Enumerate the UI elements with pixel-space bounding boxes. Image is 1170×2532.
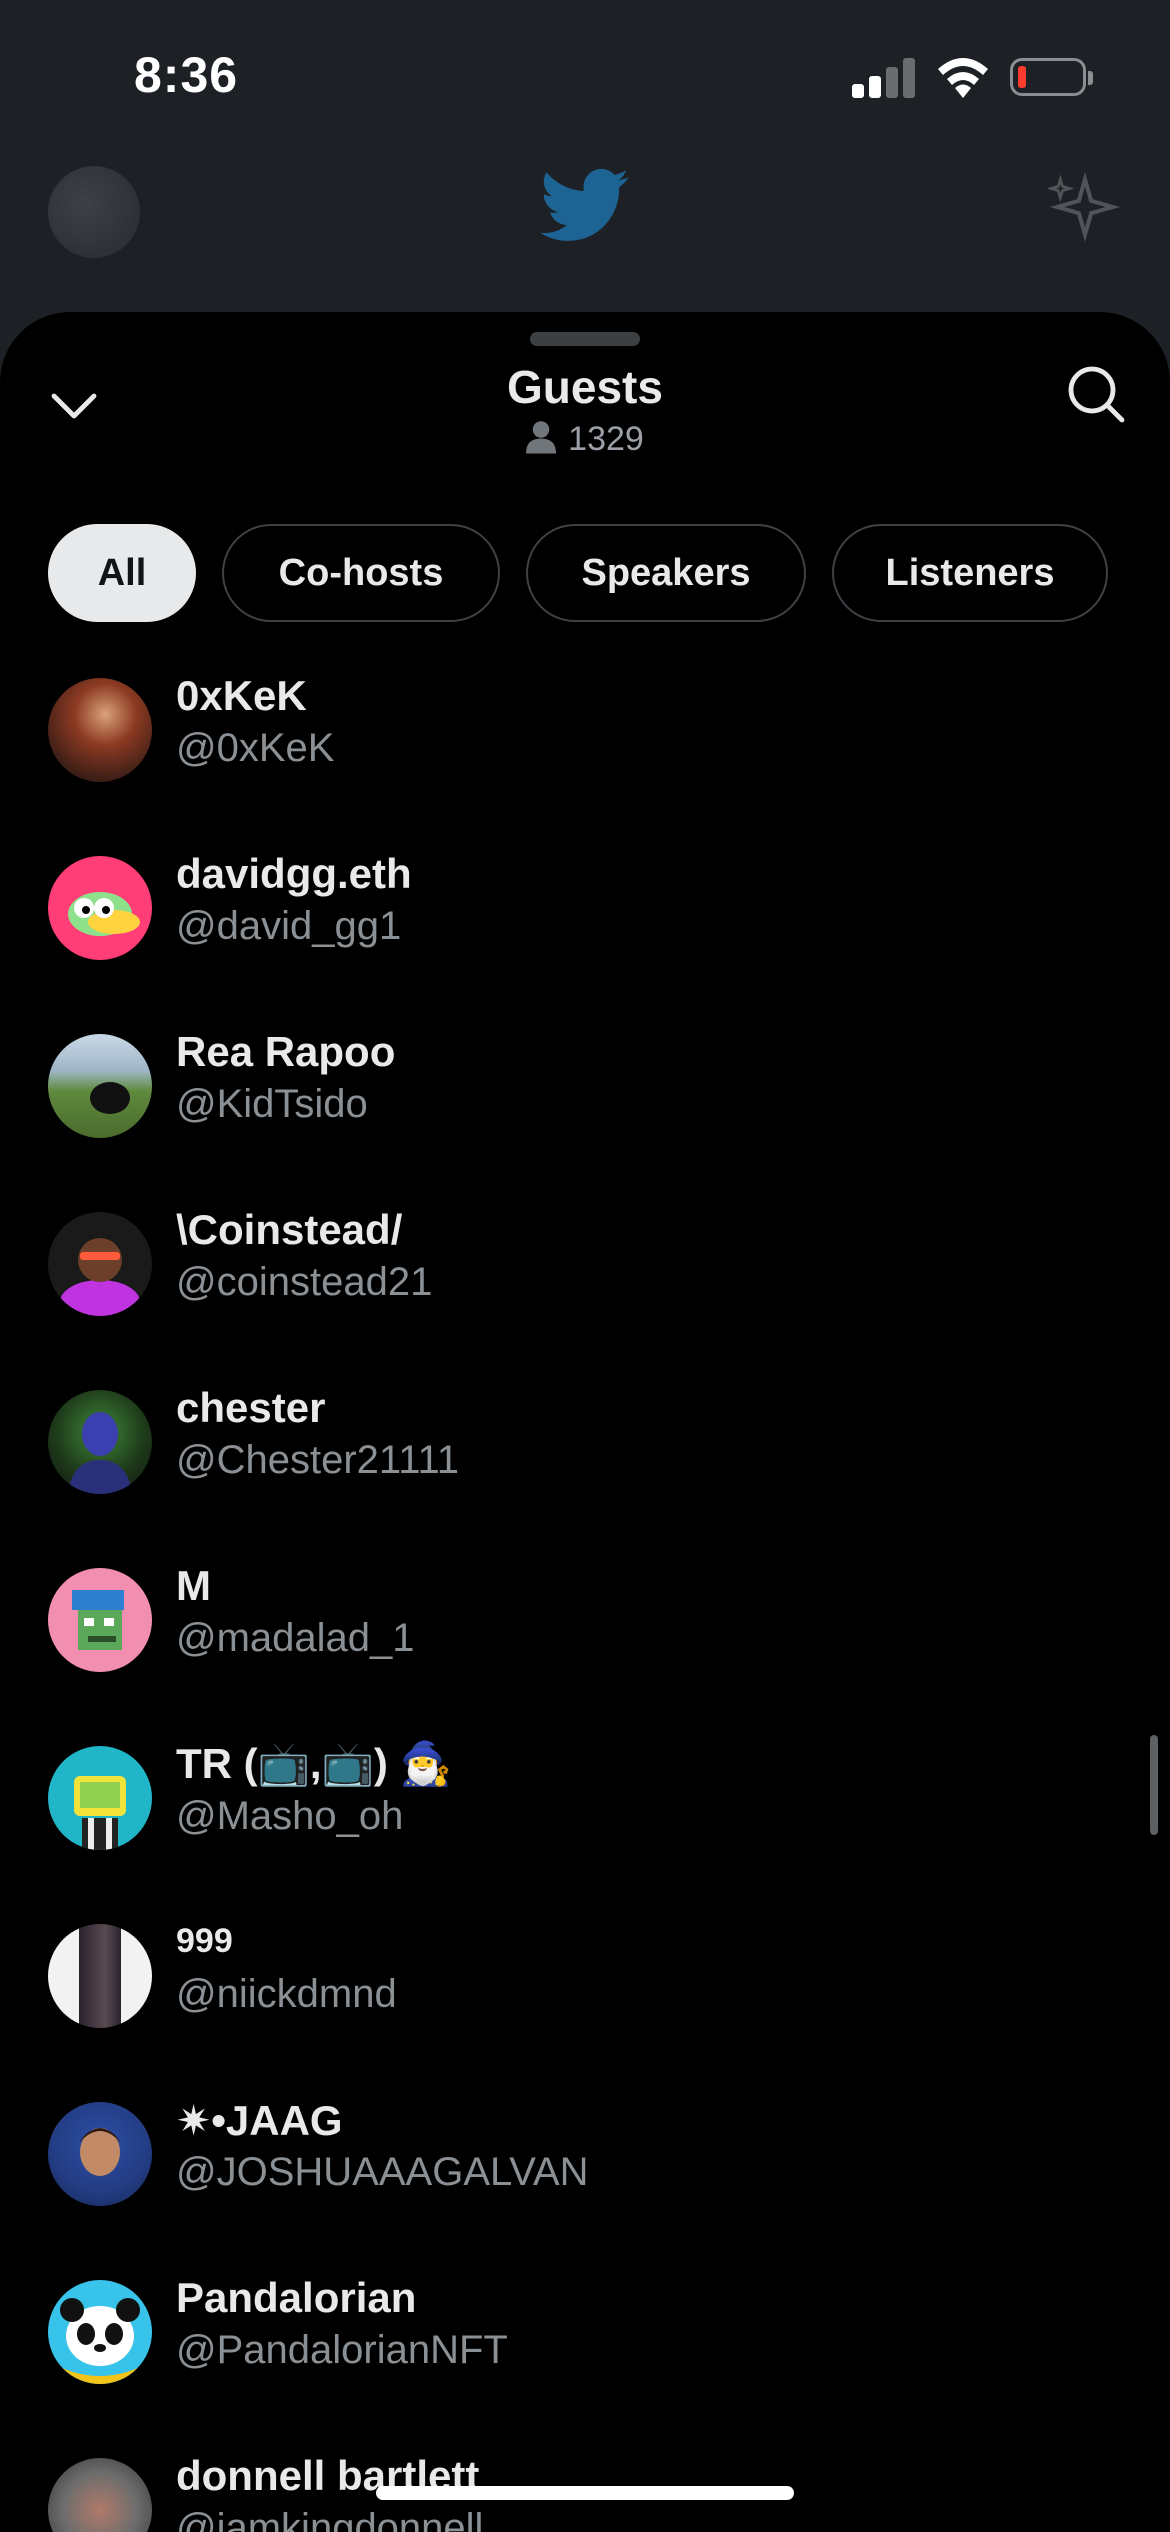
guest-name: TR (📺,📺) 🧙‍♂️ xyxy=(176,1740,452,1787)
tab-speakers[interactable]: Speakers xyxy=(526,524,806,622)
guest-name: Pandalorian xyxy=(176,2274,417,2321)
guest-handle: @JOSHUAAAGALVAN xyxy=(176,2150,589,2194)
list-item[interactable]: 0xKeK @0xKeK xyxy=(48,672,1128,792)
list-item[interactable]: ✷•JAAG @JOSHUAAAGALVAN xyxy=(48,2096,1128,2216)
guest-name: chester xyxy=(176,1384,326,1431)
avatar xyxy=(48,1390,152,1494)
guest-handle: @iamkingdonnell xyxy=(176,2506,484,2532)
wifi-icon xyxy=(938,58,988,98)
guest-handle: @david_gg1 xyxy=(176,904,402,948)
person-icon xyxy=(526,421,557,454)
twitter-bird-icon xyxy=(540,168,629,241)
list-item[interactable]: 999 @niickdmnd xyxy=(48,1918,1128,2038)
guest-handle: @KidTsido xyxy=(176,1082,368,1126)
scrollbar[interactable] xyxy=(1150,1735,1158,1835)
list-item[interactable]: TR (📺,📺) 🧙‍♂️ @Masho_oh xyxy=(48,1740,1128,1860)
list-item[interactable]: davidgg.eth @david_gg1 xyxy=(48,850,1128,970)
sheet-grabber[interactable] xyxy=(530,332,640,346)
avatar xyxy=(48,1924,152,2028)
guest-name: \Coinstead/ xyxy=(176,1206,403,1253)
background-avatar xyxy=(48,166,140,258)
guest-name: 0xKeK xyxy=(176,672,307,719)
guest-name: 999 xyxy=(176,1922,233,1960)
guest-name: davidgg.eth xyxy=(176,850,412,897)
cellular-signal-icon xyxy=(852,58,916,98)
avatar xyxy=(48,1034,152,1138)
sheet-title: Guests xyxy=(507,361,663,413)
listener-count-value: 1329 xyxy=(568,420,644,458)
listener-count: 1329 xyxy=(0,420,1170,459)
avatar xyxy=(48,856,152,960)
avatar xyxy=(48,2280,152,2384)
list-item[interactable]: M @madalad_1 xyxy=(48,1562,1128,1682)
guest-handle: @0xKeK xyxy=(176,726,335,770)
status-time: 8:36 xyxy=(134,47,239,103)
list-item[interactable]: Pandalorian @PandalorianNFT xyxy=(48,2274,1128,2394)
guest-name: ✷•JAAG xyxy=(176,2097,343,2144)
home-indicator[interactable] xyxy=(376,2486,794,2500)
guests-sheet: Guests 1329 All Co-hosts Speakers Listen… xyxy=(0,312,1170,2532)
guest-name: M xyxy=(176,1562,211,1609)
guest-handle: @PandalorianNFT xyxy=(176,2328,508,2372)
avatar xyxy=(48,678,152,782)
avatar xyxy=(48,1212,152,1316)
list-item[interactable]: \Coinstead/ @coinstead21 xyxy=(48,1206,1128,1326)
tab-all[interactable]: All xyxy=(48,524,196,622)
guest-name: Rea Rapoo xyxy=(176,1028,396,1075)
status-bar: 8:36 xyxy=(0,0,1170,150)
tab-listeners[interactable]: Listeners xyxy=(832,524,1108,622)
list-item[interactable]: chester @Chester21111 xyxy=(48,1384,1128,1504)
guest-handle: @Masho_oh xyxy=(176,1794,404,1838)
guest-handle: @niickdmnd xyxy=(176,1972,397,2016)
avatar xyxy=(48,1568,152,1672)
battery-icon xyxy=(1010,58,1093,96)
tab-co-hosts[interactable]: Co-hosts xyxy=(222,524,500,622)
guest-handle: @madalad_1 xyxy=(176,1616,415,1660)
avatar xyxy=(48,1746,152,1850)
list-item[interactable]: Rea Rapoo @KidTsido xyxy=(48,1028,1128,1148)
search-icon[interactable] xyxy=(1066,364,1126,424)
sparkle-icon xyxy=(1048,171,1121,243)
avatar xyxy=(48,2458,152,2532)
avatar xyxy=(48,2102,152,2206)
guest-handle: @coinstead21 xyxy=(176,1260,433,1304)
guest-handle: @Chester21111 xyxy=(176,1438,459,1482)
